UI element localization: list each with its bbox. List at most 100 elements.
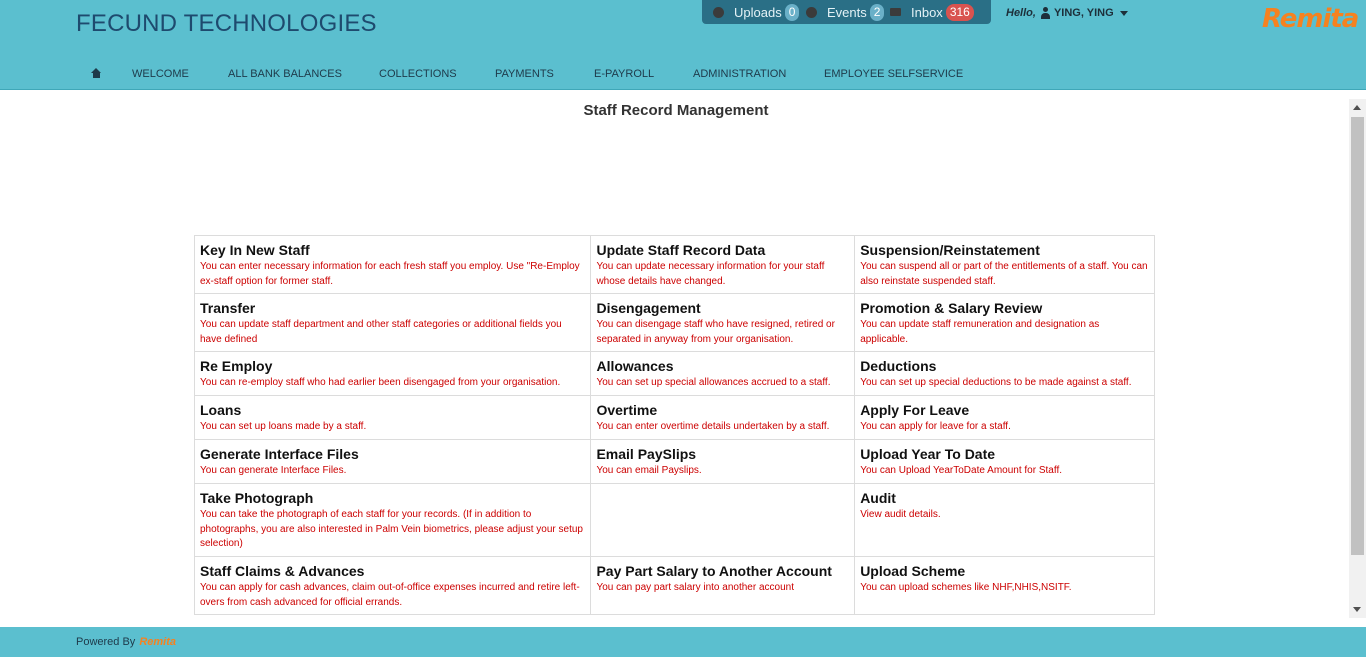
option-desc: View audit details.: [860, 509, 941, 520]
scroll-up-arrow-icon[interactable]: [1353, 105, 1361, 110]
option-upload-scheme[interactable]: Upload Scheme You can upload schemes like…: [854, 556, 1155, 615]
nav-payments[interactable]: PAYMENTS: [495, 68, 554, 80]
option-title: Loans: [200, 402, 242, 418]
option-promotion-salary-review[interactable]: Promotion & Salary Review You can update …: [854, 293, 1155, 352]
powered-by-label: Powered By: [76, 636, 136, 648]
inbox-label: Inbox: [911, 4, 943, 20]
option-allowances[interactable]: Allowances You can set up special allowan…: [590, 351, 856, 396]
events-link[interactable]: Events 2: [806, 3, 885, 21]
option-desc: You can apply for cash advances, claim o…: [200, 582, 580, 608]
page-footer: Powered By Remita: [0, 627, 1366, 657]
option-desc: You can update necessary information for…: [596, 261, 825, 287]
inbox-link[interactable]: Inbox 316: [890, 3, 974, 21]
option-desc: You can set up special allowances accrue…: [596, 377, 831, 388]
user-icon: [1040, 7, 1051, 19]
chevron-down-icon: [1119, 10, 1128, 16]
option-desc: You can update staff department and othe…: [200, 319, 562, 345]
vertical-scrollbar[interactable]: [1349, 99, 1366, 618]
option-desc: You can take the photograph of each staf…: [200, 509, 583, 549]
uploads-link[interactable]: Uploads 0: [713, 3, 800, 21]
top-header: FECUND TECHNOLOGIES Uploads 0 Events 2 I…: [0, 0, 1366, 90]
option-desc: You can apply for leave for a staff.: [860, 421, 1011, 432]
option-take-photograph[interactable]: Take Photograph You can take the photogra…: [193, 483, 592, 557]
option-title: Disengagement: [596, 300, 701, 316]
events-count-badge: 2: [869, 3, 885, 21]
option-generate-interface-files[interactable]: Generate Interface Files You can generate…: [193, 439, 592, 484]
inbox-count-badge: 316: [945, 3, 974, 21]
option-suspension-reinstatement[interactable]: Suspension/Reinstatement You can suspend …: [854, 235, 1155, 294]
option-title: Staff Claims & Advances: [200, 563, 365, 579]
option-desc: You can generate Interface Files.: [200, 465, 347, 476]
option-desc: You can update staff remuneration and de…: [860, 319, 1100, 345]
option-desc: You can suspend all or part of the entit…: [860, 261, 1148, 287]
uploads-label: Uploads: [734, 4, 782, 20]
option-title: Update Staff Record Data: [596, 242, 766, 258]
option-deductions[interactable]: Deductions You can set up special deducti…: [854, 351, 1155, 396]
option-title: Pay Part Salary to Another Account: [596, 563, 832, 579]
option-title: Transfer: [200, 300, 256, 316]
option-audit[interactable]: Audit View audit details.: [854, 483, 1155, 557]
greeting: Hello,: [1006, 7, 1036, 19]
option-desc: You can pay part salary into another acc…: [596, 582, 794, 593]
notification-bar: Uploads 0 Events 2 Inbox 316: [702, 0, 991, 24]
inbox-icon: [890, 8, 901, 16]
nav-collections[interactable]: COLLECTIONS: [379, 68, 457, 80]
option-title: Key In New Staff: [200, 242, 310, 258]
option-desc: You can set up special deductions to be …: [860, 377, 1132, 388]
option-title: Re Employ: [200, 358, 273, 374]
option-staff-claims-advances[interactable]: Staff Claims & Advances You can apply for…: [193, 556, 592, 615]
option-desc: You can disengage staff who have resigne…: [596, 319, 835, 345]
option-loans[interactable]: Loans You can set up loans made by a staf…: [193, 395, 592, 440]
user-name: YING, YING: [1053, 7, 1114, 19]
home-icon[interactable]: [91, 68, 102, 78]
option-title: Allowances: [596, 358, 674, 374]
option-desc: You can enter necessary information for …: [200, 261, 580, 287]
option-desc: You can upload schemes like NHF,NHIS,NSI…: [860, 582, 1072, 593]
nav-administration[interactable]: ADMINISTRATION: [693, 68, 786, 80]
option-transfer[interactable]: Transfer You can update staff department …: [193, 293, 592, 352]
staff-options-grid: Key In New Staff You can enter necessary …: [193, 235, 1155, 615]
option-title: Apply For Leave: [860, 402, 970, 418]
option-key-in-new-staff[interactable]: Key In New Staff You can enter necessary …: [193, 235, 592, 294]
option-title: Upload Year To Date: [860, 446, 996, 462]
remita-logo: Remita: [1262, 4, 1359, 34]
option-update-staff-record[interactable]: Update Staff Record Data You can update n…: [590, 235, 856, 294]
user-menu[interactable]: Hello, YING, YING: [1006, 7, 1128, 19]
upload-icon: [713, 6, 724, 18]
option-desc: You can email Payslips.: [596, 465, 702, 476]
option-overtime[interactable]: Overtime You can enter overtime details u…: [590, 395, 856, 440]
option-title: Generate Interface Files: [200, 446, 359, 462]
option-title: Upload Scheme: [860, 563, 966, 579]
option-desc: You can enter overtime details undertake…: [596, 421, 830, 432]
option-re-employ[interactable]: Re Employ You can re-employ staff who had…: [193, 351, 592, 396]
uploads-count-badge: 0: [784, 3, 800, 21]
nav-employee-selfservice[interactable]: EMPLOYEE SELFSERVICE: [824, 68, 963, 80]
events-label: Events: [827, 4, 867, 20]
option-title: Suspension/Reinstatement: [860, 242, 1040, 258]
scrollbar-thumb[interactable]: [1351, 117, 1364, 555]
option-email-payslips[interactable]: Email PaySlips You can email Payslips.: [590, 439, 856, 484]
powered-by: Powered By Remita: [76, 636, 176, 648]
option-desc: You can set up loans made by a staff.: [200, 421, 367, 432]
option-title: Promotion & Salary Review: [860, 300, 1043, 316]
option-desc: You can Upload YearToDate Amount for Sta…: [860, 465, 1062, 476]
option-title: Take Photograph: [200, 490, 314, 506]
option-apply-for-leave[interactable]: Apply For Leave You can apply for leave f…: [854, 395, 1155, 440]
option-upload-year-to-date[interactable]: Upload Year To Date You can Upload YearTo…: [854, 439, 1155, 484]
footer-remita-logo: Remita: [139, 636, 176, 648]
option-desc: You can re-employ staff who had earlier …: [200, 377, 561, 388]
option-title: Audit: [860, 490, 896, 506]
company-name: FECUND TECHNOLOGIES: [76, 10, 377, 37]
option-title: Deductions: [860, 358, 937, 374]
scroll-down-arrow-icon[interactable]: [1353, 607, 1361, 612]
option-title: Overtime: [596, 402, 658, 418]
events-icon: [806, 6, 817, 18]
option-title: Email PaySlips: [596, 446, 697, 462]
nav-e-payroll[interactable]: E-PAYROLL: [594, 68, 654, 80]
nav-all-bank-balances[interactable]: ALL BANK BALANCES: [228, 68, 342, 80]
option-disengagement[interactable]: Disengagement You can disengage staff who…: [590, 293, 856, 352]
empty-cell: [590, 483, 856, 557]
option-pay-part-salary[interactable]: Pay Part Salary to Another Account You ca…: [590, 556, 856, 615]
page-title: Staff Record Management: [583, 102, 769, 119]
nav-welcome[interactable]: WELCOME: [132, 68, 189, 80]
